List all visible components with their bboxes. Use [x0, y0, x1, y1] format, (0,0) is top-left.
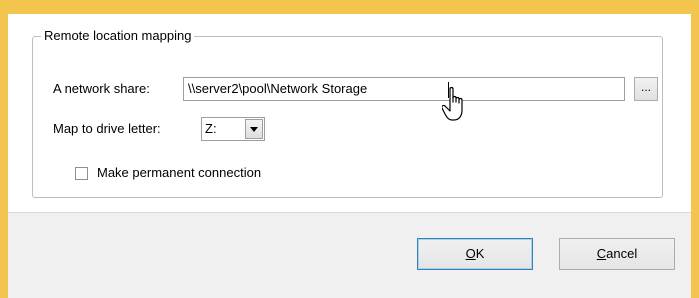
permanent-connection-checkbox[interactable] [75, 167, 88, 180]
chevron-down-icon[interactable] [245, 119, 263, 139]
content-panel: Remote location mapping A network share:… [8, 14, 691, 213]
browse-button[interactable]: ... [634, 77, 658, 101]
drive-letter-label: Map to drive letter: [53, 121, 161, 136]
text-caret [448, 82, 449, 98]
cancel-label-rest: ancel [606, 246, 638, 261]
drive-letter-value: Z: [205, 121, 217, 136]
permanent-connection-label[interactable]: Make permanent connection [97, 165, 261, 181]
dialog-window: Remote location mapping A network share:… [8, 14, 691, 298]
ok-label-rest: K [475, 246, 485, 261]
cancel-button[interactable]: Cancel [559, 238, 675, 270]
network-share-input[interactable]: \\server2\pool\Network Storage [183, 77, 625, 101]
remote-location-groupbox: Remote location mapping A network share:… [32, 28, 663, 198]
ok-button[interactable]: OK [417, 238, 533, 270]
ok-accelerator: O [465, 246, 476, 261]
network-share-value: \\server2\pool\Network Storage [188, 81, 368, 96]
cancel-accelerator: C [596, 246, 607, 261]
drive-letter-select[interactable]: Z: [201, 117, 265, 141]
groupbox-legend: Remote location mapping [41, 28, 195, 44]
network-share-label: A network share: [53, 81, 150, 96]
